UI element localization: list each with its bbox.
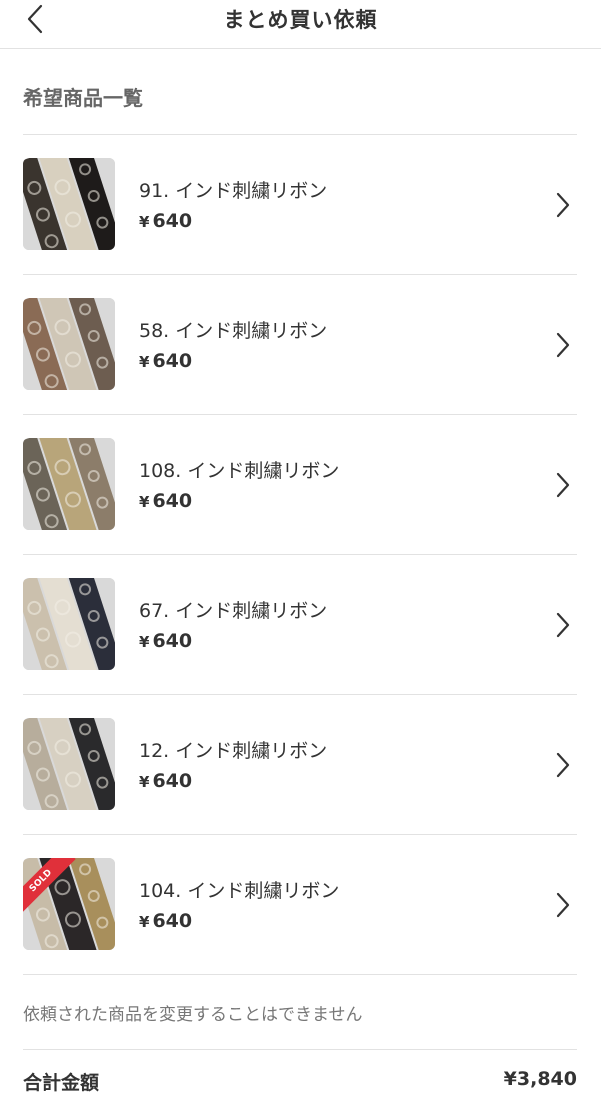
price-value: 640 <box>152 630 193 652</box>
currency-symbol: ¥ <box>139 773 150 791</box>
price-value: 640 <box>152 350 193 372</box>
price-value: 640 <box>152 770 193 792</box>
product-thumbnail: SOLD <box>23 858 115 950</box>
item-price: ¥640 <box>139 630 192 652</box>
list-item[interactable]: 67. インド刺繍リボン ¥640 <box>23 555 577 695</box>
currency-symbol: ¥ <box>139 913 150 931</box>
list-item[interactable]: 58. インド刺繍リボン ¥640 <box>23 275 577 415</box>
price-value: 640 <box>152 210 193 232</box>
page-title: まとめ買い依頼 <box>223 8 378 32</box>
product-thumbnail <box>23 298 115 390</box>
notice-text: 依頼された商品を変更することはできません <box>23 1005 363 1025</box>
chevron-right-icon[interactable] <box>555 892 571 918</box>
item-price: ¥640 <box>139 490 192 512</box>
item-name: 67. インド刺繍リボン <box>139 600 328 622</box>
currency-symbol: ¥ <box>139 353 150 371</box>
item-name: 58. インド刺繍リボン <box>139 320 328 342</box>
section-title: 希望商品一覧 <box>23 86 143 110</box>
list-item[interactable]: SOLD 104. インド刺繍リボン ¥640 <box>23 835 577 975</box>
item-price: ¥640 <box>139 910 192 932</box>
item-list: 91. インド刺繍リボン ¥640 58. インド刺繍リボン ¥640 108. インド… <box>23 134 577 975</box>
currency-symbol: ¥ <box>139 213 150 231</box>
chevron-right-icon[interactable] <box>555 192 571 218</box>
item-name: 91. インド刺繍リボン <box>139 180 328 202</box>
product-thumbnail <box>23 578 115 670</box>
price-value: 640 <box>152 910 193 932</box>
list-item[interactable]: 91. インド刺繍リボン ¥640 <box>23 135 577 275</box>
currency-symbol: ¥ <box>139 633 150 651</box>
product-thumbnail <box>23 158 115 250</box>
price-value: 640 <box>152 490 193 512</box>
item-name: 104. インド刺繍リボン <box>139 880 340 902</box>
app-header: まとめ買い依頼 <box>0 0 601 49</box>
divider <box>23 1049 577 1050</box>
item-name: 12. インド刺繍リボン <box>139 740 328 762</box>
product-thumbnail <box>23 718 115 810</box>
item-price: ¥640 <box>139 350 192 372</box>
item-name: 108. インド刺繍リボン <box>139 460 340 482</box>
chevron-right-icon[interactable] <box>555 332 571 358</box>
item-price: ¥640 <box>139 770 192 792</box>
chevron-right-icon[interactable] <box>555 472 571 498</box>
list-item[interactable]: 108. インド刺繍リボン ¥640 <box>23 415 577 555</box>
chevron-right-icon[interactable] <box>555 752 571 778</box>
chevron-right-icon[interactable] <box>555 612 571 638</box>
item-price: ¥640 <box>139 210 192 232</box>
product-thumbnail <box>23 438 115 530</box>
list-item[interactable]: 12. インド刺繍リボン ¥640 <box>23 695 577 835</box>
total-value: ¥3,840 <box>503 1068 577 1090</box>
total-label: 合計金額 <box>23 1072 100 1094</box>
currency-symbol: ¥ <box>139 493 150 511</box>
